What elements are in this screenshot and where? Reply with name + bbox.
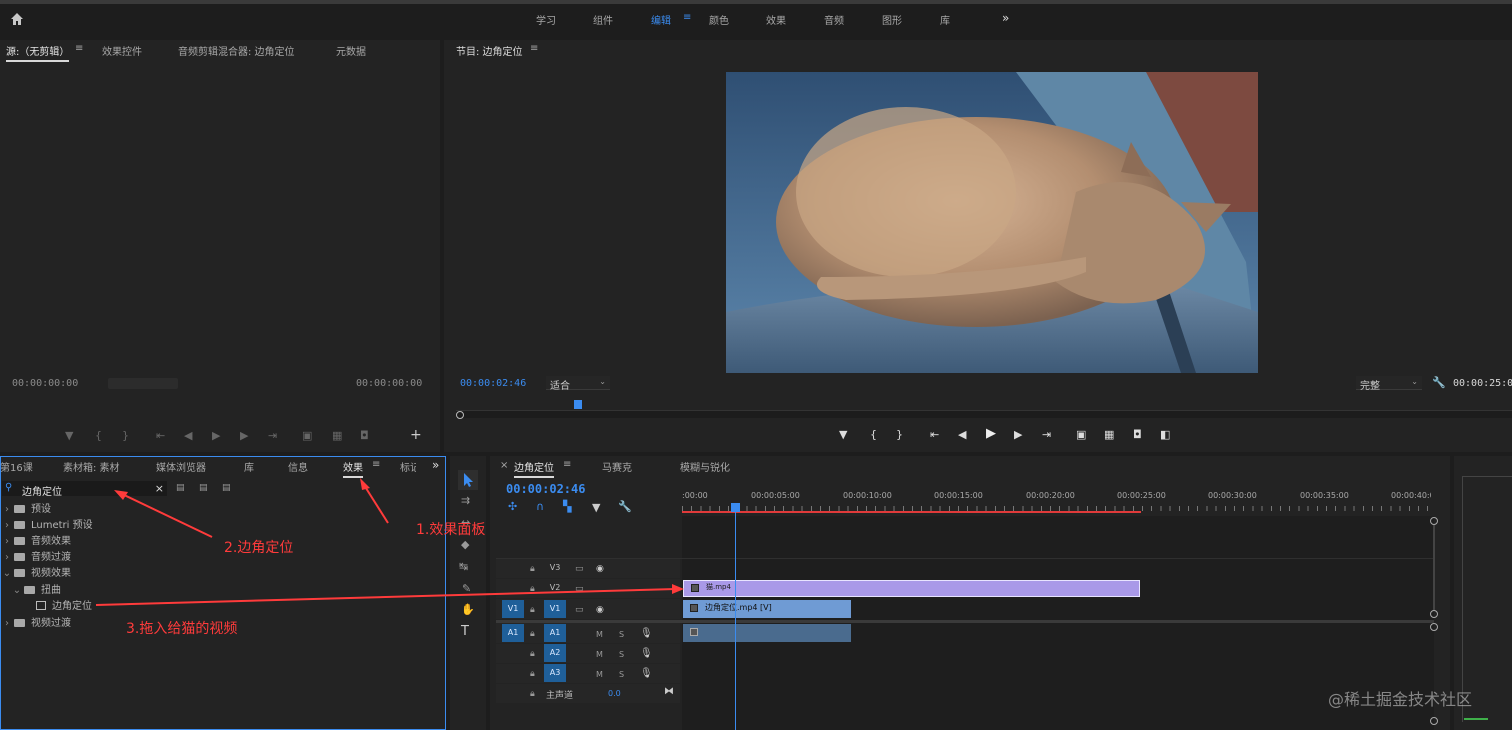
annotation-arrow-3 [95,584,684,606]
annotation-effects-panel: 1.效果面板 [416,522,486,538]
annotation-drag-to-clip: 3.拖入给猫的视频 [126,621,238,637]
watermark: @稀土掘金技术社区 [1328,690,1473,709]
annotation-corner-pin: 2.边角定位 [224,540,294,556]
annotation-arrow-2 [114,490,213,538]
annotation-arrow-1 [360,478,389,524]
